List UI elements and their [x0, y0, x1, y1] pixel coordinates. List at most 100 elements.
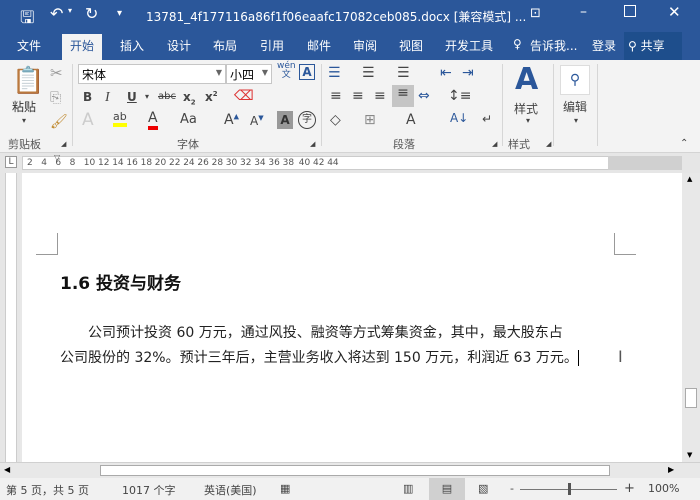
minimize-button[interactable]: –	[580, 4, 587, 20]
ruler-number: 4	[41, 158, 47, 168]
borders-icon[interactable]: ⊞	[364, 112, 376, 128]
underline-dropdown-icon[interactable]: ▾	[145, 92, 149, 101]
format-painter-icon[interactable]: 🖌	[50, 114, 68, 130]
macro-icon[interactable]: ▦	[280, 482, 290, 495]
vertical-scrollbar[interactable]: ▲ ▼	[682, 173, 700, 462]
editing-dropdown-icon[interactable]: ▾	[574, 116, 578, 125]
bold-icon[interactable]: B	[83, 90, 92, 104]
decrease-indent-icon[interactable]: ⇤	[440, 65, 452, 81]
cut-icon[interactable]: ✂	[50, 64, 63, 82]
enclose-characters-icon[interactable]: 字	[298, 111, 316, 129]
align-right-icon[interactable]: ≡	[374, 88, 386, 104]
zoom-level[interactable]: 100%	[648, 482, 679, 495]
customize-toolbar-icon[interactable]: ▾	[117, 8, 122, 19]
tab-insert[interactable]: 插入	[120, 37, 144, 54]
tab-mailings[interactable]: 邮件	[307, 37, 331, 54]
paste-label[interactable]: 粘贴	[12, 98, 36, 115]
sort-icon[interactable]: A↓	[450, 111, 468, 125]
word-count[interactable]: 1017 个字	[122, 482, 176, 498]
styles-icon[interactable]: A	[515, 62, 538, 97]
redo-icon[interactable]: ↻	[85, 4, 98, 23]
highlight-icon[interactable]: ab	[113, 110, 127, 127]
dialog-launcher-icon[interactable]: ◢	[61, 140, 66, 148]
align-left-icon[interactable]: ≡	[330, 88, 342, 104]
share-button[interactable]: ⚲ 共享	[624, 32, 682, 60]
dialog-launcher-icon[interactable]: ◢	[310, 140, 315, 148]
tab-layout[interactable]: 布局	[213, 37, 237, 54]
copy-icon[interactable]: ⎘	[50, 90, 61, 106]
ruler-number: 34	[254, 158, 266, 168]
horizontal-ruler[interactable]: L 2 4 6 8 10 12 14 16 18 20 22 24 26 28 30 32 34 36 38 40 42…	[0, 153, 700, 173]
multilevel-list-icon[interactable]: ☰	[397, 65, 410, 81]
styles-button[interactable]: 样式	[514, 100, 538, 117]
horizontal-scrollbar[interactable]: ◀ ▶	[0, 462, 700, 478]
superscript-icon[interactable]: x2	[205, 90, 218, 104]
character-shading-icon[interactable]: A	[277, 111, 293, 129]
print-layout-icon[interactable]: ▤	[429, 478, 465, 500]
change-case-icon[interactable]: Aa	[180, 112, 197, 127]
undo-icon[interactable]: ↶	[50, 4, 63, 23]
search-icon[interactable]: ⚲	[560, 65, 590, 95]
bullets-icon[interactable]: ☰	[328, 65, 341, 81]
distributed-icon[interactable]: ⇔	[418, 88, 430, 104]
collapse-ribbon-icon[interactable]: ⌃	[680, 138, 688, 149]
tab-references[interactable]: 引用	[260, 37, 284, 54]
scroll-down-icon[interactable]: ▼	[687, 451, 692, 459]
close-button[interactable]: ✕	[668, 3, 681, 21]
numbering-icon[interactable]: ☰	[362, 65, 375, 81]
read-mode-icon[interactable]: ▥	[403, 482, 413, 495]
shading-icon[interactable]: ◇	[330, 112, 341, 128]
page-count[interactable]: 第 5 页，共 5 页	[6, 482, 89, 498]
scrollbar-thumb[interactable]	[100, 465, 610, 476]
clear-formatting-icon[interactable]: ⌫	[234, 88, 254, 104]
font-name-select[interactable]: 宋体 ▼	[78, 64, 226, 84]
asian-layout-icon[interactable]: A	[406, 112, 416, 128]
styles-dropdown-icon[interactable]: ▾	[526, 116, 530, 125]
character-border-icon[interactable]: A	[299, 64, 315, 80]
tab-review[interactable]: 审阅	[353, 37, 377, 54]
zoom-in-button[interactable]: +	[624, 481, 635, 496]
shrink-font-icon[interactable]: A▼	[250, 114, 264, 128]
increase-indent-icon[interactable]: ⇥	[462, 65, 474, 81]
tab-developer[interactable]: 开发工具	[445, 37, 493, 54]
scroll-up-icon[interactable]: ▲	[687, 175, 692, 183]
tab-view[interactable]: 视图	[399, 37, 423, 54]
zoom-out-button[interactable]: -	[510, 482, 514, 495]
scrollbar-thumb[interactable]	[685, 388, 697, 408]
paste-dropdown-icon[interactable]: ▾	[22, 116, 26, 125]
tell-me-box[interactable]: 告诉我...	[530, 37, 577, 54]
text-effects-icon[interactable]: A	[82, 110, 94, 130]
underline-icon[interactable]: U	[127, 90, 137, 104]
editing-button[interactable]: 编辑	[563, 98, 587, 115]
document-page[interactable]: 1.6 投资与财务 公司预计投资 60 万元，通过风投、融资等方式筹集资金，其中…	[22, 173, 682, 462]
indent-marker-icon[interactable]: ▽	[54, 153, 60, 162]
tab-file[interactable]: 文件	[17, 37, 41, 54]
grow-font-icon[interactable]: A▲	[224, 112, 239, 128]
line-spacing-icon[interactable]: ↕≡	[448, 88, 471, 104]
save-icon[interactable]: 🖫	[20, 5, 34, 34]
language[interactable]: 英语(美国)	[204, 482, 257, 498]
tab-home[interactable]: 开始	[62, 34, 103, 60]
dialog-launcher-icon[interactable]: ◢	[492, 140, 497, 148]
tab-design[interactable]: 设计	[167, 37, 191, 54]
scroll-right-icon[interactable]: ▶	[668, 465, 674, 474]
font-size-select[interactable]: 小四 ▼	[226, 64, 272, 84]
strikethrough-icon[interactable]: abc	[158, 91, 176, 102]
justify-icon[interactable]: ≡	[392, 85, 414, 107]
tab-selector-icon[interactable]: L	[5, 156, 17, 168]
phonetic-guide-icon[interactable]: wén 文	[277, 62, 296, 80]
web-layout-icon[interactable]: ▧	[478, 482, 488, 495]
scroll-left-icon[interactable]: ◀	[4, 465, 10, 474]
show-marks-icon[interactable]: ↵	[482, 112, 492, 126]
ribbon-display-icon[interactable]: ⊡	[530, 6, 541, 21]
login-link[interactable]: 登录	[592, 37, 616, 54]
italic-icon[interactable]: I	[105, 90, 110, 106]
font-color-icon[interactable]: A	[148, 110, 158, 130]
maximize-button[interactable]	[624, 5, 636, 17]
align-center-icon[interactable]: ≡	[352, 88, 364, 104]
dialog-launcher-icon[interactable]: ◢	[546, 140, 551, 148]
undo-dropdown-icon[interactable]: ▾	[68, 6, 72, 15]
zoom-slider-thumb[interactable]	[567, 483, 571, 495]
paste-icon[interactable]: 📋	[12, 66, 44, 96]
subscript-icon[interactable]: x2	[183, 90, 196, 106]
